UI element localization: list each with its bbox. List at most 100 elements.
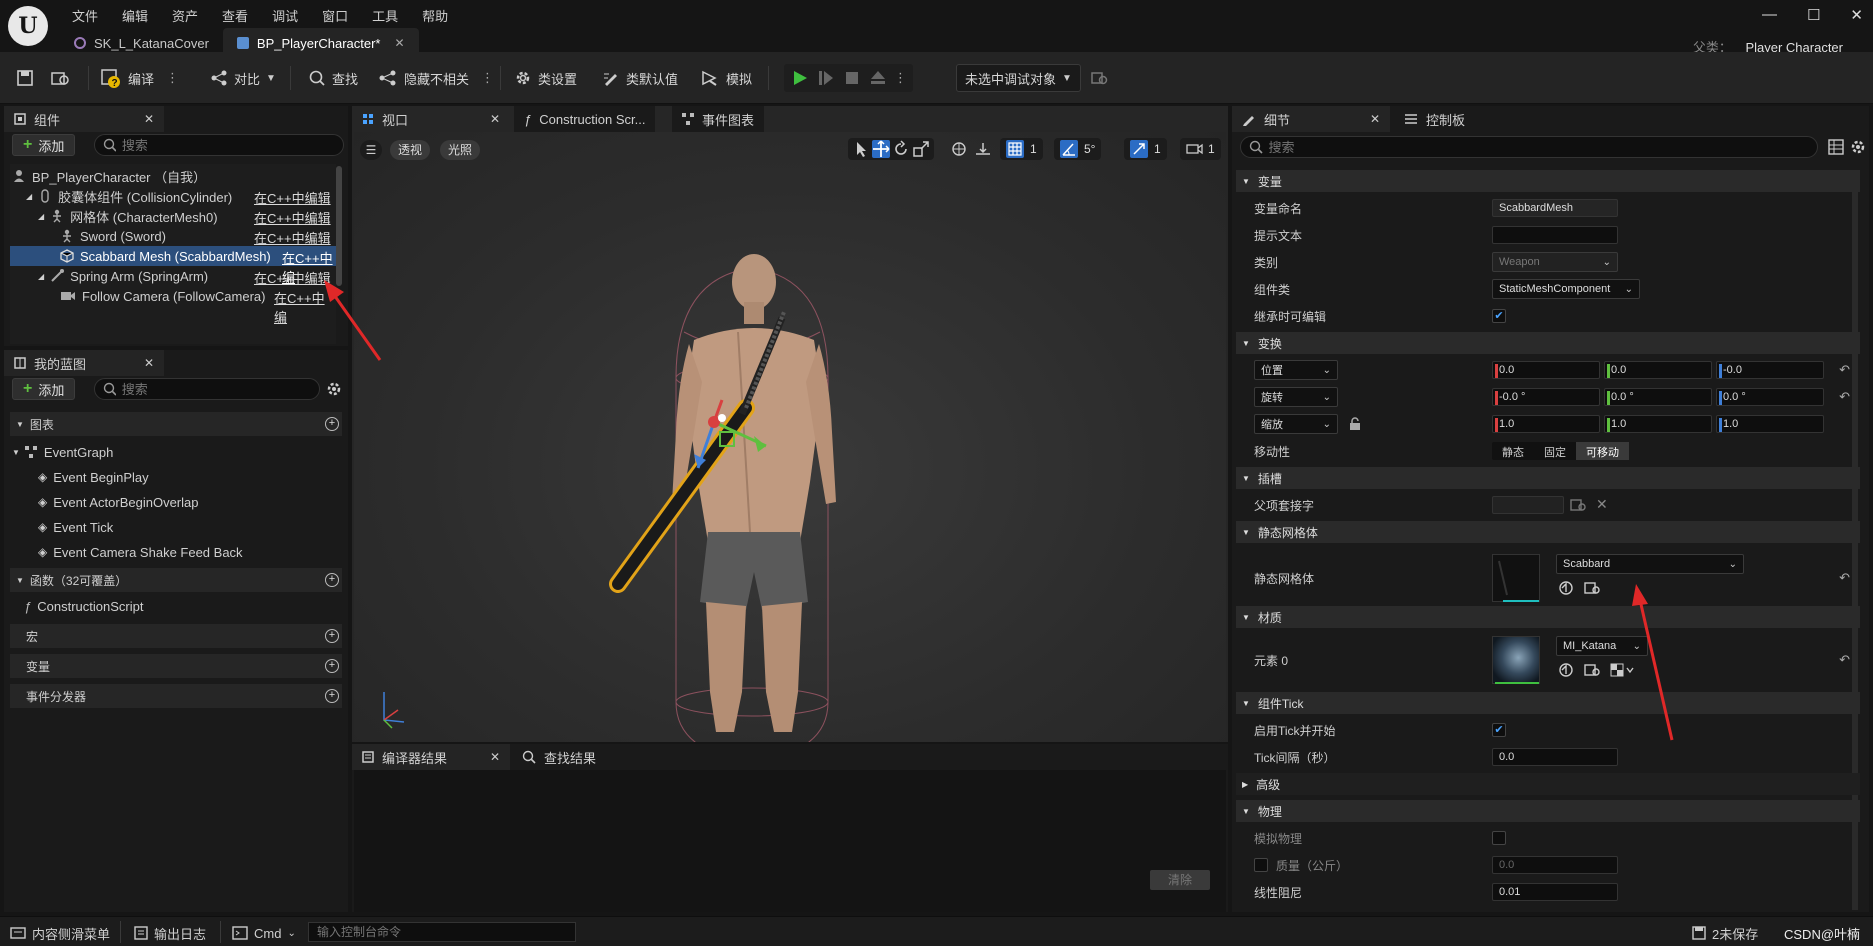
mobility-stationary[interactable]: 固定 bbox=[1534, 442, 1576, 460]
construction-script-item[interactable]: ƒ ConstructionScript bbox=[24, 596, 143, 616]
save-button[interactable] bbox=[16, 64, 34, 92]
tooltip-field[interactable] bbox=[1492, 226, 1618, 244]
minimize-icon[interactable]: — bbox=[1762, 6, 1777, 24]
checker-options-icon[interactable] bbox=[1610, 662, 1636, 678]
reset-arrow-icon[interactable]: ↶ bbox=[1839, 389, 1850, 405]
material-thumbnail[interactable] bbox=[1492, 636, 1540, 684]
menu-edit[interactable]: 编辑 bbox=[110, 2, 160, 26]
event-item[interactable]: ◈ Event ActorBeginOverlap bbox=[38, 492, 198, 512]
dispatchers-section-header[interactable]: 事件分发器 bbox=[10, 684, 342, 708]
unreal-logo-icon[interactable]: U bbox=[8, 6, 48, 46]
add-function-icon[interactable]: + bbox=[325, 573, 339, 587]
mesh-thumbnail[interactable] bbox=[1492, 554, 1540, 602]
close-window-icon[interactable]: ✕ bbox=[1850, 6, 1863, 24]
section-transform[interactable]: ▼ 变换 bbox=[1236, 332, 1860, 354]
event-item[interactable]: ◈ Event Tick bbox=[38, 517, 113, 537]
close-icon[interactable]: ✕ bbox=[490, 112, 500, 126]
tab-components[interactable]: 组件 ✕ bbox=[4, 106, 164, 132]
reset-arrow-icon[interactable]: ↶ bbox=[1839, 570, 1850, 586]
add-variable-icon[interactable]: + bbox=[325, 659, 339, 673]
mobility-static[interactable]: 静态 bbox=[1492, 442, 1534, 460]
add-component-button[interactable]: + 添加 bbox=[12, 134, 76, 156]
menu-view[interactable]: 查看 bbox=[210, 2, 260, 26]
tab-compiler-results[interactable]: 编译器结果 ✕ bbox=[352, 744, 510, 770]
menu-asset[interactable]: 资产 bbox=[160, 2, 210, 26]
close-icon[interactable]: ✕ bbox=[490, 750, 500, 764]
component-follow-camera[interactable]: Follow Camera (FollowCamera) bbox=[60, 286, 266, 306]
tab-palette[interactable]: 控制板 bbox=[1394, 106, 1475, 132]
component-root[interactable]: BP_PlayerCharacter （自我） bbox=[12, 166, 206, 186]
edit-in-cpp-link[interactable]: 在C++中编辑 bbox=[254, 208, 331, 227]
event-item[interactable]: ◈ Event Camera Shake Feed Back bbox=[38, 542, 243, 562]
hide-unrelated-options-icon[interactable]: ⋮ bbox=[481, 70, 494, 86]
component-collision-cylinder[interactable]: ◢ 胶囊体组件 (CollisionCylinder) bbox=[26, 186, 232, 206]
eject-icon[interactable] bbox=[868, 68, 888, 88]
scale-dropdown[interactable]: 缩放 ⌄ bbox=[1254, 414, 1338, 434]
variable-name-field[interactable]: ScabbardMesh bbox=[1492, 199, 1618, 217]
tab-construction-script[interactable]: ƒ Construction Scr... bbox=[514, 106, 656, 132]
components-search[interactable] bbox=[94, 134, 344, 156]
unsaved-indicator[interactable]: 2未保存 bbox=[1692, 923, 1758, 943]
search-input[interactable] bbox=[121, 381, 319, 397]
menu-file[interactable]: 文件 bbox=[60, 2, 110, 26]
section-sockets[interactable]: ▼ 插槽 bbox=[1236, 467, 1860, 489]
browse-asset-icon[interactable] bbox=[1584, 662, 1600, 678]
lock-icon[interactable] bbox=[1348, 417, 1362, 431]
class-settings-button[interactable]: 类设置 bbox=[514, 64, 577, 92]
edit-in-cpp-link[interactable]: 在C++中编辑 bbox=[254, 268, 331, 287]
output-log-button[interactable]: 输出日志 bbox=[134, 923, 206, 943]
console-input-box[interactable] bbox=[308, 922, 576, 942]
component-class-dropdown[interactable]: StaticMeshComponent ⌄ bbox=[1492, 279, 1640, 299]
menu-window[interactable]: 窗口 bbox=[310, 2, 360, 26]
search-input[interactable] bbox=[121, 137, 343, 153]
close-icon[interactable]: ✕ bbox=[144, 356, 154, 370]
stop-icon[interactable] bbox=[842, 68, 862, 88]
simulate-physics-checkbox[interactable]: ✔ bbox=[1492, 831, 1506, 845]
editable-checkbox[interactable]: ✔ bbox=[1492, 309, 1506, 323]
gear-icon[interactable] bbox=[326, 381, 342, 397]
rotation-x-field[interactable]: -0.0 ° bbox=[1492, 388, 1600, 406]
table-view-icon[interactable] bbox=[1828, 139, 1844, 155]
add-macro-icon[interactable]: + bbox=[325, 629, 339, 643]
close-icon[interactable]: ✕ bbox=[144, 112, 154, 126]
search-input[interactable] bbox=[1268, 139, 1817, 155]
category-dropdown[interactable]: Weapon ⌄ bbox=[1492, 252, 1618, 272]
play-options-icon[interactable]: ⋮ bbox=[894, 70, 907, 86]
close-icon[interactable]: ✕ bbox=[394, 36, 404, 50]
section-materials[interactable]: ▼ 材质 bbox=[1236, 606, 1860, 628]
variables-section-header[interactable]: 变量 bbox=[10, 654, 342, 678]
gear-icon[interactable] bbox=[1850, 139, 1866, 155]
location-dropdown[interactable]: 位置 ⌄ bbox=[1254, 360, 1338, 380]
use-selected-icon[interactable] bbox=[1558, 662, 1574, 678]
scrollbar[interactable] bbox=[336, 166, 342, 286]
class-defaults-button[interactable]: 类默认值 bbox=[602, 64, 678, 92]
rotation-dropdown[interactable]: 旋转 ⌄ bbox=[1254, 387, 1338, 407]
macros-section-header[interactable]: 宏 bbox=[10, 624, 342, 648]
static-mesh-dropdown[interactable]: Scabbard ⌄ bbox=[1556, 554, 1744, 574]
linear-damping-field[interactable]: 0.01 bbox=[1492, 883, 1618, 901]
component-character-mesh[interactable]: ◢ 网格体 (CharacterMesh0) bbox=[38, 206, 218, 226]
section-component-tick[interactable]: ▼ 组件Tick bbox=[1236, 692, 1860, 714]
location-z-field[interactable]: -0.0 bbox=[1716, 361, 1824, 379]
functions-section-header[interactable]: ▼ 函数（32可覆盖） bbox=[10, 568, 342, 592]
tab-find-results[interactable]: 查找结果 bbox=[512, 744, 606, 770]
add-member-button[interactable]: + 添加 bbox=[12, 378, 76, 400]
reset-arrow-icon[interactable]: ↶ bbox=[1839, 362, 1850, 378]
tab-details[interactable]: 细节 ✕ bbox=[1232, 106, 1390, 132]
edit-in-cpp-link[interactable]: 在C++中编 bbox=[274, 288, 336, 326]
section-physics[interactable]: ▼ 物理 bbox=[1236, 800, 1860, 822]
location-y-field[interactable]: 0.0 bbox=[1604, 361, 1712, 379]
add-graph-icon[interactable]: + bbox=[325, 417, 339, 431]
step-icon[interactable] bbox=[816, 68, 836, 88]
compile-button[interactable]: ? 编译 ⋮ bbox=[100, 64, 179, 92]
tick-interval-field[interactable]: 0.0 bbox=[1492, 748, 1618, 766]
section-static-mesh[interactable]: ▼ 静态网格体 bbox=[1236, 521, 1860, 543]
hide-unrelated-button[interactable]: 隐藏不相关 ⋮ bbox=[378, 64, 494, 92]
mass-field[interactable]: 0.0 bbox=[1492, 856, 1618, 874]
viewport-canvas[interactable]: ☰ 透视 光照 1 5° 1 1 bbox=[354, 132, 1226, 742]
maximize-icon[interactable]: ☐ bbox=[1807, 6, 1820, 24]
edit-in-cpp-link[interactable]: 在C++中编辑 bbox=[254, 228, 331, 247]
clear-button[interactable]: 清除 bbox=[1150, 870, 1210, 890]
browse-button[interactable] bbox=[50, 64, 72, 92]
section-variable[interactable]: ▼ 变量 bbox=[1236, 170, 1860, 192]
